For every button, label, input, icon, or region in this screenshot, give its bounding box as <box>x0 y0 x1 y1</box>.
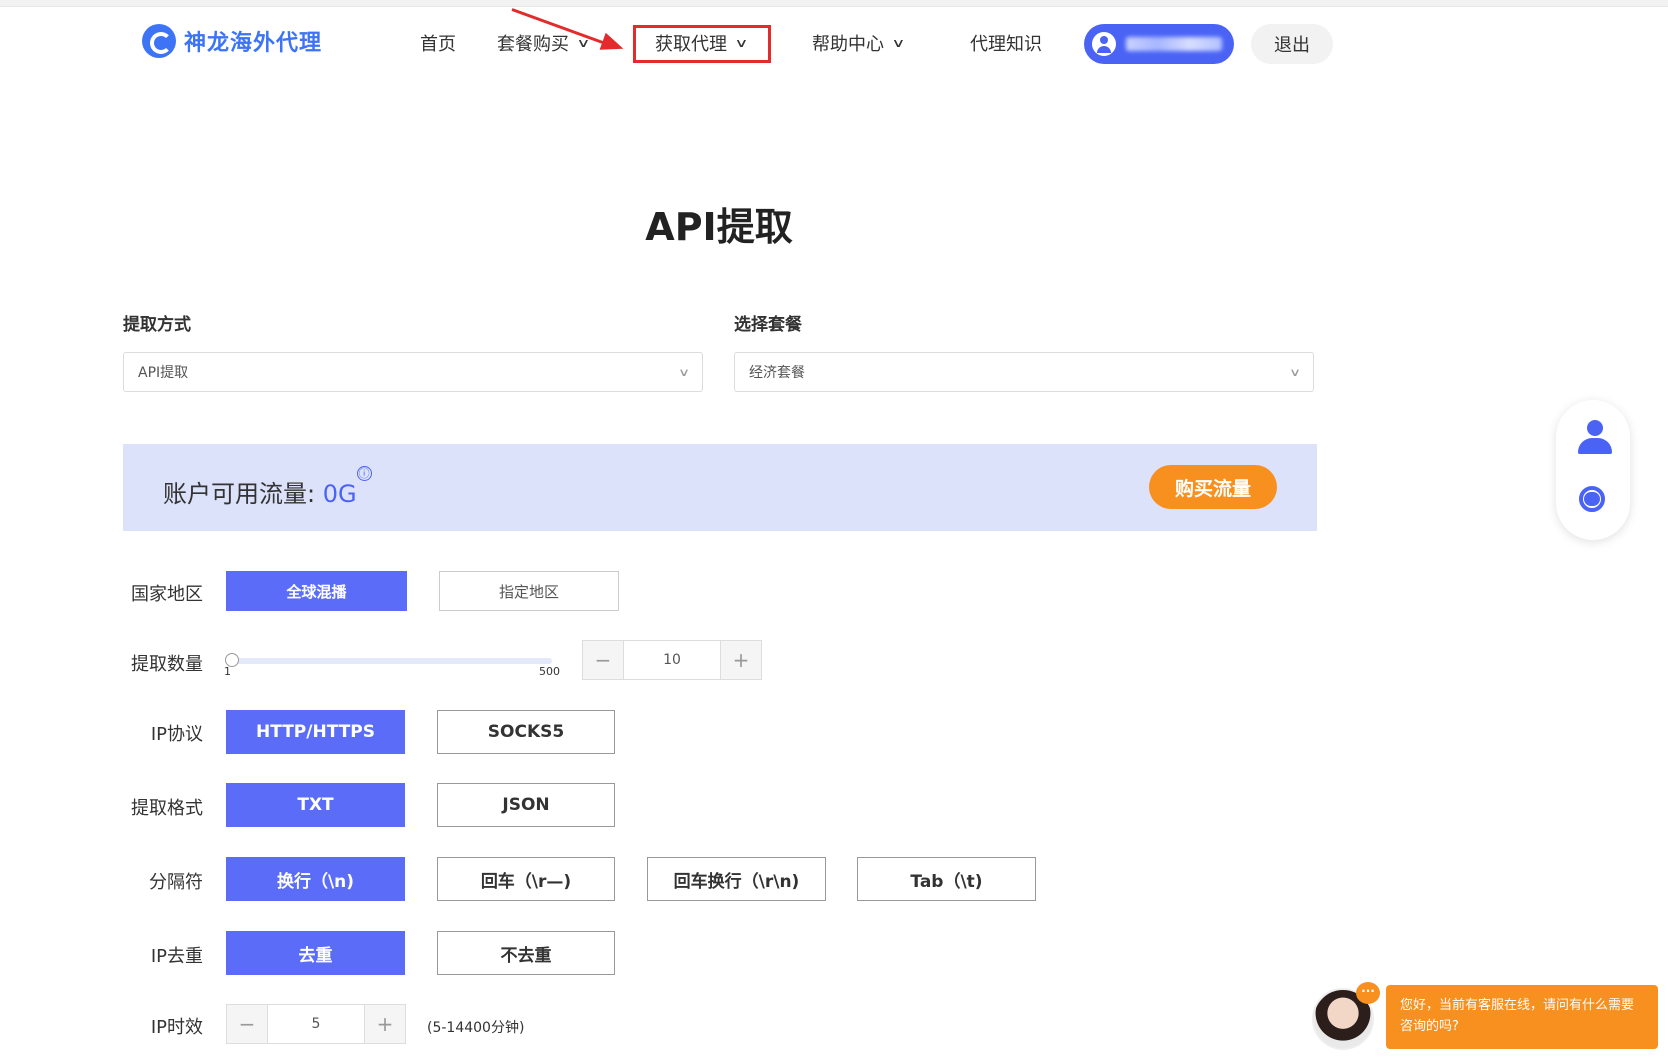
quantity-stepper[interactable]: − 10 + <box>582 640 762 680</box>
page-title: API提取 <box>645 205 793 249</box>
flow-value: 0G <box>322 480 357 508</box>
chevron-down-icon: ∨ <box>677 365 691 379</box>
nav-home[interactable]: 首页 <box>420 30 456 56</box>
separator-tab-button[interactable]: Tab（\t) <box>857 857 1036 901</box>
nav-help-center[interactable]: 帮助中心 ∨ <box>812 30 906 56</box>
package-select-value: 经济套餐 <box>749 365 805 381</box>
account-flow-banner: 账户可用流量: 0G ⓘ 购买流量 <box>123 444 1317 531</box>
nav-packages-label: 套餐购买 <box>497 34 569 55</box>
user-icon <box>1092 32 1116 56</box>
dedupe-off-button[interactable]: 不去重 <box>437 931 615 975</box>
slider-min: 1 <box>224 665 231 678</box>
top-border <box>0 0 1668 7</box>
duration-plus-button[interactable]: + <box>365 1005 405 1043</box>
customer-service-icon[interactable] <box>1575 484 1611 518</box>
annotation-arrow-icon <box>599 32 627 58</box>
package-label: 选择套餐 <box>734 315 802 335</box>
format-label: 提取格式 <box>131 798 203 819</box>
chevron-down-icon: ∨ <box>891 36 906 50</box>
dedupe-label: IP去重 <box>150 946 203 967</box>
flow-text: 账户可用流量: 0G ⓘ <box>163 466 372 509</box>
protocol-http-button[interactable]: HTTP/HTTPS <box>226 710 405 754</box>
region-global-button[interactable]: 全球混播 <box>226 571 407 611</box>
floating-service-panel <box>1556 400 1630 540</box>
site-logo[interactable]: 神龙海外代理 <box>142 24 322 58</box>
method-label: 提取方式 <box>123 315 191 335</box>
chevron-down-icon: ∨ <box>1288 365 1302 379</box>
protocol-socks5-button[interactable]: SOCKS5 <box>437 710 615 754</box>
nav-home-label: 首页 <box>420 34 456 55</box>
region-specific-button[interactable]: 指定地区 <box>439 571 619 611</box>
nav-proxy-knowledge[interactable]: 代理知识 <box>970 30 1042 56</box>
logo-icon <box>142 24 176 58</box>
region-label: 国家地区 <box>131 584 203 605</box>
duration-hint: (5-14400分钟) <box>427 1020 525 1036</box>
duration-stepper[interactable]: − 5 + <box>226 1004 406 1044</box>
annotation-highlight-box <box>633 25 771 63</box>
user-account-button[interactable] <box>1084 24 1234 64</box>
dedupe-on-button[interactable]: 去重 <box>226 931 405 975</box>
quantity-plus-button[interactable]: + <box>721 641 761 679</box>
logout-button[interactable]: 退出 <box>1251 24 1333 64</box>
quantity-slider-track[interactable] <box>232 658 552 664</box>
format-json-button[interactable]: JSON <box>437 783 615 827</box>
duration-label: IP时效 <box>150 1017 203 1038</box>
duration-minus-button[interactable]: − <box>227 1005 267 1043</box>
username-redacted <box>1126 37 1222 51</box>
method-select[interactable]: API提取 ∨ <box>123 352 703 392</box>
separator-return-button[interactable]: 回车（\r—) <box>437 857 615 901</box>
separator-crlf-button[interactable]: 回车换行（\r\n) <box>647 857 826 901</box>
protocol-label: IP协议 <box>150 724 203 745</box>
quantity-input[interactable]: 10 <box>623 641 721 679</box>
separator-label: 分隔符 <box>149 872 203 893</box>
agent-icon[interactable] <box>1578 420 1612 456</box>
separator-newline-button[interactable]: 换行（\n) <box>226 857 405 901</box>
chat-message-bubble[interactable]: 您好，当前有客服在线，请问有什么需要咨询的吗? <box>1386 985 1658 1049</box>
package-select[interactable]: 经济套餐 ∨ <box>734 352 1314 392</box>
duration-input[interactable]: 5 <box>267 1005 365 1043</box>
method-select-value: API提取 <box>138 365 189 381</box>
format-txt-button[interactable]: TXT <box>226 783 405 827</box>
logo-text: 神龙海外代理 <box>184 31 323 56</box>
nav-help-center-label: 帮助中心 <box>812 34 884 55</box>
info-icon[interactable]: ⓘ <box>356 466 372 481</box>
chat-typing-icon: ··· <box>1356 982 1380 1004</box>
quantity-label: 提取数量 <box>131 654 203 675</box>
slider-max: 500 <box>539 665 560 678</box>
buy-flow-button[interactable]: 购买流量 <box>1149 465 1277 509</box>
flow-label: 账户可用流量: <box>163 480 316 508</box>
nav-proxy-knowledge-label: 代理知识 <box>970 34 1042 55</box>
quantity-minus-button[interactable]: − <box>583 641 623 679</box>
